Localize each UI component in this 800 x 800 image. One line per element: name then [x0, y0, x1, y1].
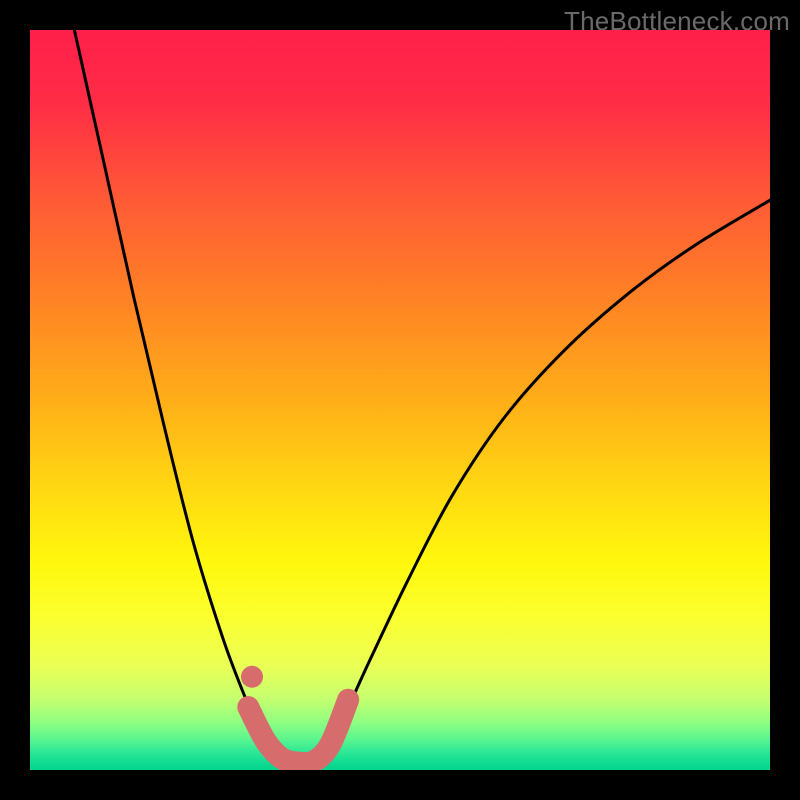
highlight-dot	[241, 666, 263, 688]
curve-layer	[30, 30, 770, 770]
bottleneck-curve	[74, 30, 770, 764]
chart-frame: TheBottleneck.com	[0, 0, 800, 800]
highlight-band	[248, 700, 348, 764]
plot-area	[30, 30, 770, 770]
